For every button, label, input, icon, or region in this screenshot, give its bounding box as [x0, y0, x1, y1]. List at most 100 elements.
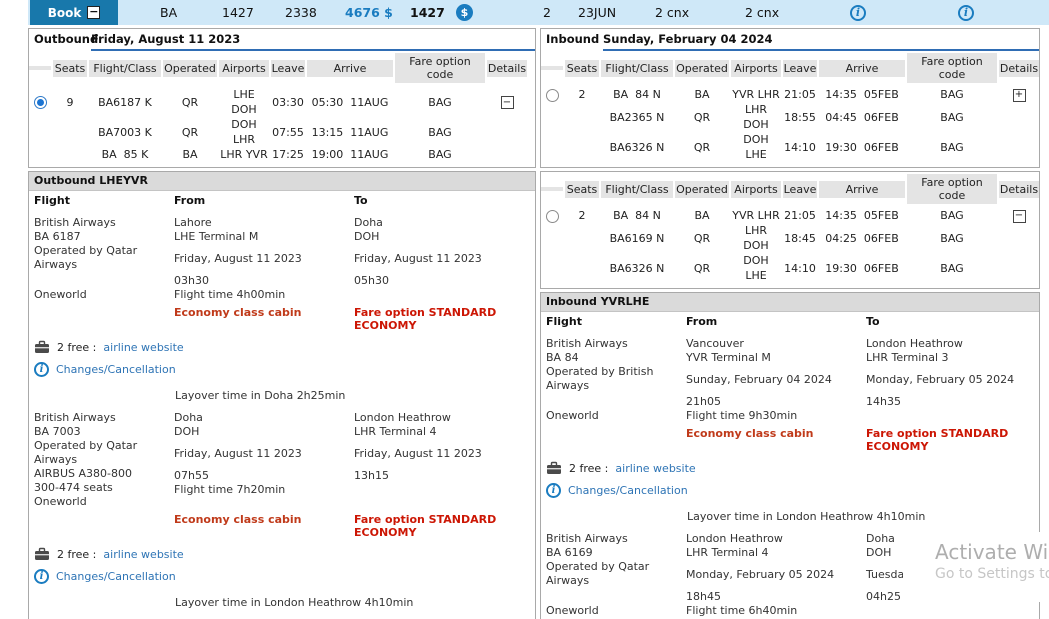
baggage-icon [34, 547, 50, 561]
info-icon[interactable]: i [850, 5, 866, 21]
airports-value: LHE DOH [219, 87, 269, 117]
to-date: Friday, August 11 2023 [354, 252, 530, 266]
airports-value: DOH LHE [731, 132, 781, 162]
outbound-details-box: Outbound LHEYVR Flight From To British A… [28, 171, 536, 619]
from-city: Vancouver [686, 337, 866, 351]
header-from: From [686, 315, 866, 328]
airports-value: YVR LHR [731, 87, 781, 102]
from-time: 18h45 [686, 590, 866, 604]
baggage-row: 2 free : airline website [541, 461, 1039, 475]
flight-class-value: BA 84 N [601, 208, 673, 223]
arrive-value: 19:30 06FEB [819, 261, 905, 276]
details-column-headers: Flight From To [541, 312, 1039, 328]
flight-number: BA 6187 [34, 230, 174, 244]
segment-flight-col: British Airways BA 6187 Operated by Qata… [34, 216, 174, 302]
booking-toolbar: Book − [28, 0, 1049, 25]
airline-name: British Airways [34, 216, 174, 230]
toolbar-price: 4676 $ [345, 0, 393, 25]
table-row: 9 BA6187 K QR LHE DOH 03:30 05:30 11AUG … [29, 87, 535, 117]
dollar-icon[interactable]: $ [456, 4, 473, 21]
from-city: Doha [174, 411, 354, 425]
inbound-date-header: Sunday, February 04 2024 [603, 32, 1039, 51]
from-date: Monday, February 05 2024 [686, 568, 866, 582]
airline-website-link[interactable]: airline website [615, 462, 695, 475]
col-fare-option-code: Fare option code [907, 174, 997, 204]
col-fare-option-code: Fare option code [395, 53, 485, 83]
watermark-line-1: Activate Wind [935, 538, 1049, 566]
leave-value: 07:55 [271, 125, 305, 140]
airports-value: LHR DOH [731, 223, 781, 253]
inbound-panel: Inbound Sunday, February 04 2024 Seats F… [540, 28, 1040, 619]
table-row: 2 BA 84 N BA YVR LHR 21:05 14:35 05FEB B… [541, 87, 1039, 102]
toolbar-date: 23JUN [578, 0, 616, 25]
info-icon[interactable]: i [958, 5, 974, 21]
table-row: BA6326 N QR DOH LHE 14:10 19:30 06FEB BA… [541, 253, 1039, 283]
seats-value: 2 [565, 87, 599, 102]
to-terminal: DOH [354, 230, 530, 244]
operated-by: Operated by Qatar Airways [546, 560, 686, 588]
outbound-date-header: Friday, August 11 2023 [91, 32, 535, 51]
inbound-option-2-radio[interactable] [546, 210, 559, 223]
operated-value: BA [163, 147, 217, 162]
flight-time: Flight time 9h30min [686, 409, 866, 423]
operated-value: QR [163, 125, 217, 140]
table-row: 2 BA 84 N BA YVR LHR 21:05 14:35 05FEB B… [541, 208, 1039, 223]
segment-from-col: London Heathrow LHR Terminal 4 Monday, F… [686, 532, 866, 618]
aircraft-seats: 300-474 seats [34, 481, 174, 495]
segment-to-col: London Heathrow LHR Terminal 4 Friday, A… [354, 411, 530, 509]
details-collapse-toggle[interactable]: − [501, 96, 514, 109]
details-column-headers: Flight From To [29, 191, 535, 207]
details-expand-toggle[interactable]: + [1013, 89, 1026, 102]
col-flight-class: Flight/Class [601, 60, 673, 77]
col-radio [541, 187, 563, 191]
cabin-class: Economy class cabin [686, 427, 866, 453]
operated-value: QR [675, 231, 729, 246]
toolbar-field-1: 1427 [222, 0, 254, 25]
table-row: BA2365 N QR LHR DOH 18:55 04:45 06FEB BA… [541, 102, 1039, 132]
col-leave: Leave [271, 60, 305, 77]
changes-cancellation-link[interactable]: Changes/Cancellation [56, 570, 176, 583]
toolbar-dollar-slot: $ [456, 0, 473, 25]
segment-flight-col: British Airways BA 6169 Operated by Qata… [546, 532, 686, 618]
col-seats: Seats [53, 60, 87, 77]
to-date: Monday, February 05 2024 [866, 373, 1034, 387]
outbound-option-radio[interactable] [34, 96, 47, 109]
header-to: To [866, 315, 1034, 328]
fare-option: Fare option STANDARD ECONOMY [866, 427, 1034, 453]
arrive-value: 13:15 11AUG [307, 125, 393, 140]
to-city: Doha [354, 216, 530, 230]
col-details: Details [999, 181, 1039, 198]
header-from: From [174, 194, 354, 207]
inbound-option-1-radio[interactable] [546, 89, 559, 102]
segment-flight-col: British Airways BA 84 Operated by Britis… [546, 337, 686, 423]
airports-value: YVR LHR [731, 208, 781, 223]
flight-number: BA 84 [546, 351, 686, 365]
book-collapse-icon[interactable]: − [87, 6, 100, 19]
toolbar-field-3: 1427 [410, 0, 445, 25]
outbound-option-rows: 9 BA6187 K QR LHE DOH 03:30 05:30 11AUG … [29, 83, 535, 167]
seats-value: 9 [53, 95, 87, 110]
flight-class-value: BA 85 K [89, 147, 161, 162]
col-radio [29, 66, 51, 70]
toolbar-info-slot-2: i [958, 0, 974, 25]
flight-segment: British Airways BA 7003 Operated by Qata… [29, 411, 535, 509]
changes-cancellation-link[interactable]: Changes/Cancellation [56, 363, 176, 376]
inbound-option-1-rows: 2 BA 84 N BA YVR LHR 21:05 14:35 05FEB B… [541, 83, 1039, 167]
fare-code-value: BAG [907, 208, 997, 223]
fare-code-value: BAG [907, 140, 997, 155]
changes-cancellation-link[interactable]: Changes/Cancellation [568, 484, 688, 497]
airline-website-link[interactable]: airline website [103, 341, 183, 354]
segment-from-col: Doha DOH Friday, August 11 2023 07h55 Fl… [174, 411, 354, 509]
col-seats: Seats [565, 181, 599, 198]
toolbar-info-slot-1: i [850, 0, 866, 25]
book-button[interactable]: Book − [30, 0, 118, 25]
toolbar-airline-code: BA [160, 0, 177, 25]
fare-code-value: BAG [395, 147, 485, 162]
fare-code-value: BAG [907, 87, 997, 102]
details-collapse-toggle[interactable]: − [1013, 210, 1026, 223]
airline-website-link[interactable]: airline website [103, 548, 183, 561]
baggage-allowance: 2 free : [569, 462, 608, 475]
leave-value: 14:10 [783, 140, 817, 155]
fare-code-value: BAG [395, 125, 485, 140]
leave-value: 14:10 [783, 261, 817, 276]
